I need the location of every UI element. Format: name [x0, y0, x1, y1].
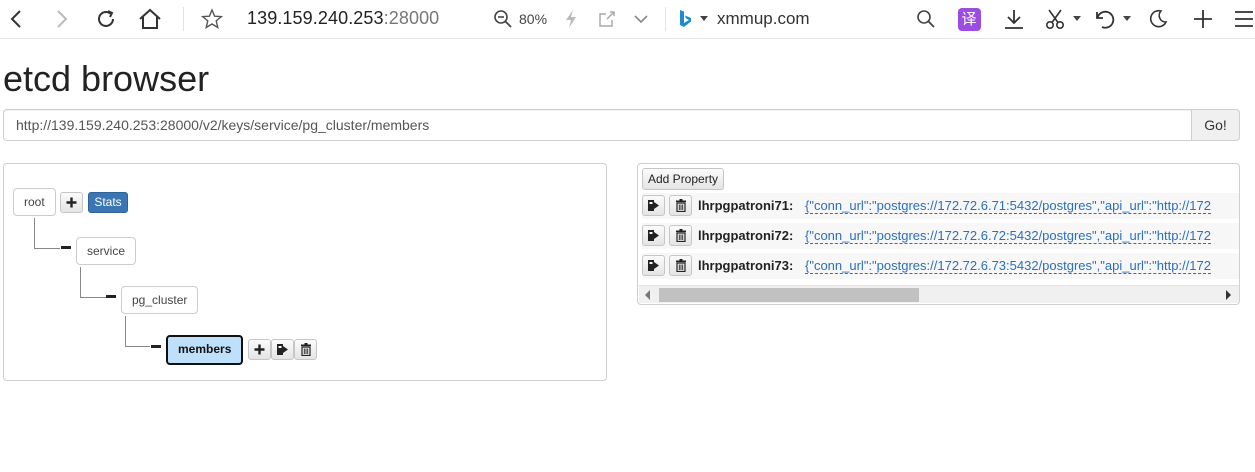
add-key-button[interactable] [60, 192, 83, 213]
chevron-down-icon[interactable] [631, 0, 651, 38]
stats-button[interactable]: Stats [88, 192, 128, 213]
add-key-button[interactable] [248, 339, 271, 360]
property-value[interactable]: {"conn_url":"postgres://172.72.6.73:5432… [805, 258, 1211, 274]
undo-icon[interactable] [1092, 0, 1118, 38]
translate-icon[interactable]: 译 [956, 0, 982, 38]
go-button[interactable]: Go! [1191, 109, 1240, 141]
scroll-left-icon[interactable] [645, 290, 650, 300]
address-bar[interactable]: 139.159.240.253:28000 [247, 8, 439, 29]
bing-icon[interactable] [676, 0, 694, 38]
property-row: lhrpgpatroni73: {"conn_url":"postgres://… [642, 253, 1239, 279]
menu-icon[interactable] [1232, 0, 1255, 38]
page-title: etcd browser [3, 58, 210, 99]
key-tree-panel: root Stats service pg_cluster members [3, 163, 607, 381]
horizontal-scrollbar[interactable] [639, 285, 1239, 303]
search-engine-text[interactable]: xmmup.com [717, 9, 810, 29]
trash-icon [675, 199, 686, 212]
trash-icon [675, 259, 686, 272]
lightning-icon[interactable] [561, 0, 581, 38]
moon-icon[interactable] [1145, 0, 1171, 38]
delete-property-button[interactable] [669, 195, 692, 216]
property-row: lhrpgpatroni72: {"conn_url":"postgres://… [642, 223, 1239, 249]
tree-node-pg-cluster[interactable]: pg_cluster [121, 286, 199, 314]
zoom-out-icon[interactable] [491, 0, 515, 38]
save-key-button[interactable] [271, 339, 294, 360]
star-icon[interactable] [200, 0, 224, 38]
property-key: lhrpgpatroni73: [698, 258, 794, 273]
property-key: lhrpgpatroni72: [698, 228, 794, 243]
plus-icon [66, 197, 77, 208]
delete-property-button[interactable] [669, 225, 692, 246]
url-input[interactable] [3, 109, 1191, 141]
trash-icon [675, 229, 686, 242]
scissors-dropdown-icon[interactable] [1071, 0, 1083, 38]
save-property-button[interactable] [642, 195, 665, 216]
collapse-icon[interactable] [151, 345, 161, 348]
search-engine-dropdown-icon[interactable] [698, 0, 710, 38]
delete-key-button[interactable] [294, 339, 317, 360]
trash-icon [300, 343, 311, 356]
property-value[interactable]: {"conn_url":"postgres://172.72.6.71:5432… [805, 198, 1211, 214]
delete-property-button[interactable] [669, 255, 692, 276]
tree-node-root[interactable]: root [13, 188, 56, 216]
undo-dropdown-icon[interactable] [1121, 0, 1133, 38]
share-icon[interactable] [596, 0, 618, 38]
home-icon[interactable] [137, 0, 163, 38]
forward-icon[interactable] [50, 0, 74, 38]
plus-icon [254, 344, 265, 355]
save-arrow-icon [648, 230, 659, 241]
reload-icon[interactable] [93, 0, 119, 38]
add-property-button[interactable]: Add Property [642, 168, 725, 190]
translate-button[interactable]: 译 [957, 7, 981, 31]
property-row: lhrpgpatroni71: {"conn_url":"postgres://… [642, 193, 1239, 219]
plus-icon[interactable] [1190, 0, 1216, 38]
browser-toolbar: 139.159.240.253:28000 80% xmmup.com 译 [0, 0, 1255, 39]
save-property-button[interactable] [642, 225, 665, 246]
collapse-icon[interactable] [106, 295, 116, 298]
save-arrow-icon [648, 200, 659, 211]
property-key: lhrpgpatroni71: [698, 198, 794, 213]
save-property-button[interactable] [642, 255, 665, 276]
search-icon[interactable] [914, 0, 938, 38]
property-value[interactable]: {"conn_url":"postgres://172.72.6.72:5432… [805, 228, 1211, 244]
property-panel: Add Property lhrpgpatroni71: {"conn_url"… [637, 163, 1240, 305]
address-host: 139.159.240.253 [247, 8, 384, 28]
scissors-icon[interactable] [1042, 0, 1068, 38]
download-icon[interactable] [1000, 0, 1028, 38]
back-icon[interactable] [4, 0, 28, 38]
zoom-level[interactable]: 80% [519, 11, 547, 27]
scroll-right-icon[interactable] [1226, 290, 1231, 300]
save-arrow-icon [648, 260, 659, 271]
scrollbar-thumb[interactable] [659, 288, 919, 302]
tree-node-service[interactable]: service [76, 237, 137, 265]
address-port: :28000 [383, 8, 440, 28]
tree-node-members[interactable]: members [166, 335, 244, 365]
save-arrow-icon [277, 344, 288, 355]
collapse-icon[interactable] [61, 246, 71, 249]
